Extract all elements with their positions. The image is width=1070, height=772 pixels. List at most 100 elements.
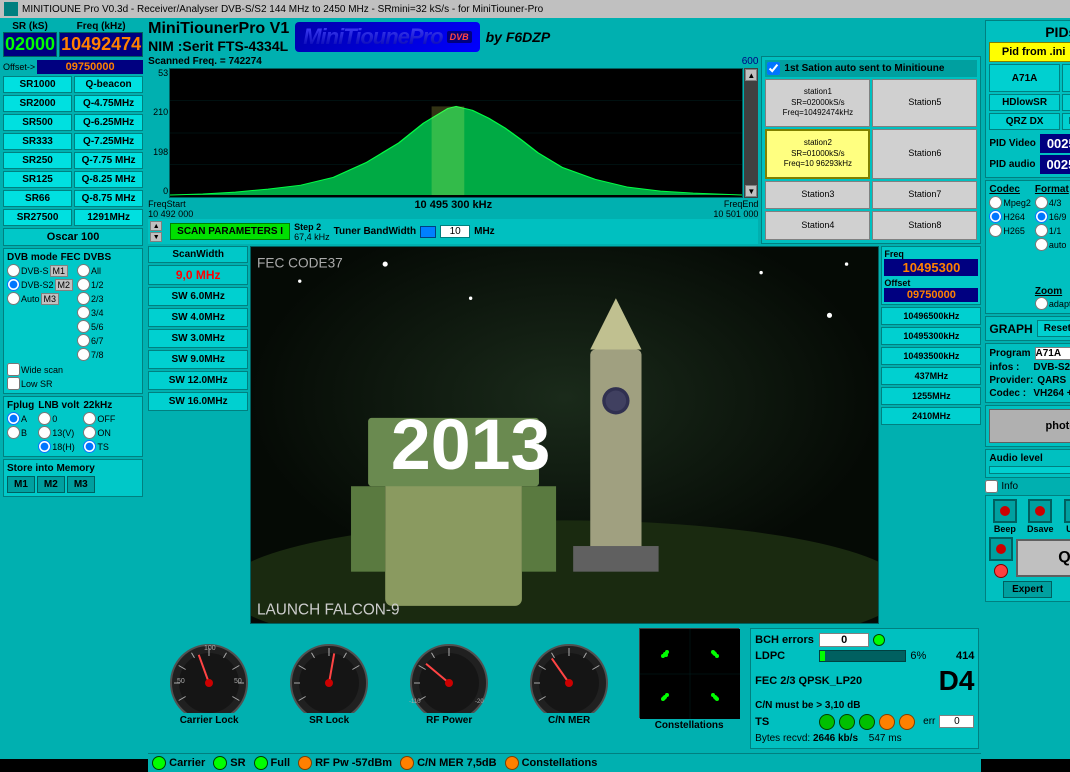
scroll-up-btn[interactable]: ▲ [745, 69, 757, 81]
m2-dvb-btn[interactable]: M2 [55, 279, 74, 291]
station2-btn[interactable]: station2SR=01000kS/sFreq=10 96293kHz [765, 129, 870, 179]
station8-btn[interactable]: Station8 [872, 211, 977, 240]
expert-icon-btn[interactable] [989, 537, 1013, 561]
tuner-bw-slider[interactable] [420, 226, 436, 238]
fec-67-radio[interactable] [77, 334, 90, 347]
adapt-radio[interactable] [1035, 297, 1048, 310]
pid-from-btn[interactable]: Pid from .ini [989, 42, 1070, 62]
station1-btn[interactable]: station1SR=02000kS/sFreq=10492474kHz [765, 79, 870, 127]
freq-10496500-btn[interactable]: 10496500kHz [881, 307, 981, 325]
bch-input[interactable] [819, 633, 869, 647]
fec-56-radio[interactable] [77, 320, 90, 333]
fec-23-radio[interactable] [77, 292, 90, 305]
pid-raspberryp-btn[interactable]: RaspberryP [1062, 113, 1070, 130]
sr250-btn[interactable]: SR250 [3, 152, 72, 169]
fauto-radio[interactable] [1035, 238, 1048, 251]
fplug-label: Fplug [7, 400, 34, 411]
quit-btn[interactable]: Quit [1016, 539, 1070, 577]
q725-btn[interactable]: Q-7.25MHz [74, 133, 143, 150]
widescan-label: Wide scan [21, 365, 63, 375]
sr333-btn[interactable]: SR333 [3, 133, 72, 150]
station5-btn[interactable]: Station5 [872, 79, 977, 127]
sw-12mhz-btn[interactable]: SW 12.0MHz [148, 371, 248, 390]
scan-params-btn[interactable]: SCAN PARAMETERS I [170, 223, 290, 240]
lnb-18-radio[interactable] [38, 440, 51, 453]
fplug-b-radio[interactable] [7, 426, 20, 439]
m3-dvb-btn[interactable]: M3 [41, 293, 60, 305]
fec-78-radio[interactable] [77, 348, 90, 361]
station-auto-check[interactable] [767, 62, 780, 75]
q775-btn[interactable]: Q-7.75 MHz [74, 152, 143, 169]
beep-icon-btn[interactable] [993, 499, 1017, 523]
pid-qrzdx-btn[interactable]: QRZ DX [989, 113, 1059, 130]
h265-radio[interactable] [989, 224, 1002, 237]
freq-10493500-btn[interactable]: 10493500kHz [881, 347, 981, 365]
dvbs2-radio[interactable] [7, 278, 20, 291]
f169-radio[interactable] [1035, 210, 1048, 223]
sr125-btn[interactable]: SR125 [3, 171, 72, 188]
khz-on-radio[interactable] [83, 426, 96, 439]
q-beacon-btn[interactable]: Q-beacon [74, 76, 143, 93]
program-input[interactable] [1035, 347, 1070, 360]
spectrum-scrollbar[interactable]: ▲ ▼ [744, 68, 758, 198]
pid-france24-btn[interactable]: France24 [1062, 94, 1070, 111]
q625-btn[interactable]: Q-6.25MHz [74, 114, 143, 131]
m1-dvb-btn[interactable]: M1 [50, 265, 69, 277]
pid-f6dzp-btn[interactable]: F6DZP-Mpeg [1062, 64, 1070, 92]
lowsr-check[interactable] [7, 377, 20, 390]
sw-4mhz-btn[interactable]: SW 4.0MHz [148, 308, 248, 327]
freq-2410-btn[interactable]: 2410MHz [881, 407, 981, 425]
mpeg2-radio[interactable] [989, 196, 1002, 209]
store-m2-btn[interactable]: M2 [37, 476, 65, 493]
lnb-0-radio[interactable] [38, 412, 51, 425]
q475-btn[interactable]: Q-4.75MHz [74, 95, 143, 112]
auto-dvb-radio[interactable] [7, 292, 20, 305]
khz-off-radio[interactable] [83, 412, 96, 425]
scroll-down-btn[interactable]: ▼ [745, 185, 757, 197]
fec-34-radio[interactable] [77, 306, 90, 319]
sr27500-btn[interactable]: SR27500 [3, 209, 72, 226]
fec-12-radio[interactable] [77, 278, 90, 291]
freq-1255-btn[interactable]: 1255MHz [881, 387, 981, 405]
udp-icon-btn[interactable] [1064, 499, 1070, 523]
pid-a71a-btn[interactable]: A71A [989, 64, 1059, 92]
sw-3mhz-btn[interactable]: SW 3.0MHz [148, 329, 248, 348]
widescan-check[interactable] [7, 363, 20, 376]
photo-btn[interactable]: photo [989, 409, 1070, 443]
q1291-btn[interactable]: 1291MHz [74, 209, 143, 226]
scan-up-btn[interactable]: ▲ [150, 221, 162, 231]
q875-btn[interactable]: Q-8.75 MHz [74, 190, 143, 207]
fplug-a-radio[interactable] [7, 412, 20, 425]
f11-radio[interactable] [1035, 224, 1048, 237]
station6-btn[interactable]: Station6 [872, 129, 977, 179]
lnb-13-radio[interactable] [38, 426, 51, 439]
freq-10495300-btn[interactable]: 10495300kHz [881, 327, 981, 345]
ts-err-input[interactable] [939, 715, 974, 728]
station3-btn[interactable]: Station3 [765, 181, 870, 210]
sr1000-btn[interactable]: SR1000 [3, 76, 72, 93]
scan-down-btn[interactable]: ▼ [150, 232, 162, 242]
sw-6mhz-btn[interactable]: SW 6.0MHz [148, 287, 248, 306]
dvbs-radio[interactable] [7, 264, 20, 277]
sr2000-btn[interactable]: SR2000 [3, 95, 72, 112]
station4-btn[interactable]: Station4 [765, 211, 870, 240]
graph-reset-btn[interactable]: Reset [1037, 320, 1070, 337]
sr500-btn[interactable]: SR500 [3, 114, 72, 131]
station7-btn[interactable]: Station7 [872, 181, 977, 210]
freq-437-btn[interactable]: 437MHz [881, 367, 981, 385]
khz-ts-radio[interactable] [83, 440, 96, 453]
sw-16mhz-btn[interactable]: SW 16.0MHz [148, 392, 248, 411]
expert-btn[interactable]: Expert [1003, 581, 1052, 598]
pid-hdlowsr-btn[interactable]: HDlowSR [989, 94, 1059, 111]
fec-all-radio[interactable] [77, 264, 90, 277]
h264-radio[interactable] [989, 210, 1002, 223]
sw-9mhz-btn[interactable]: SW 9.0MHz [148, 350, 248, 369]
q825-btn[interactable]: Q-8.25 MHz [74, 171, 143, 188]
store-m1-btn[interactable]: M1 [7, 476, 35, 493]
sr66-btn[interactable]: SR66 [3, 190, 72, 207]
f43-radio[interactable] [1035, 196, 1048, 209]
info-check[interactable] [985, 480, 998, 493]
mhz-input[interactable] [440, 225, 470, 238]
dsave-icon-btn[interactable] [1028, 499, 1052, 523]
store-m3-btn[interactable]: M3 [67, 476, 95, 493]
